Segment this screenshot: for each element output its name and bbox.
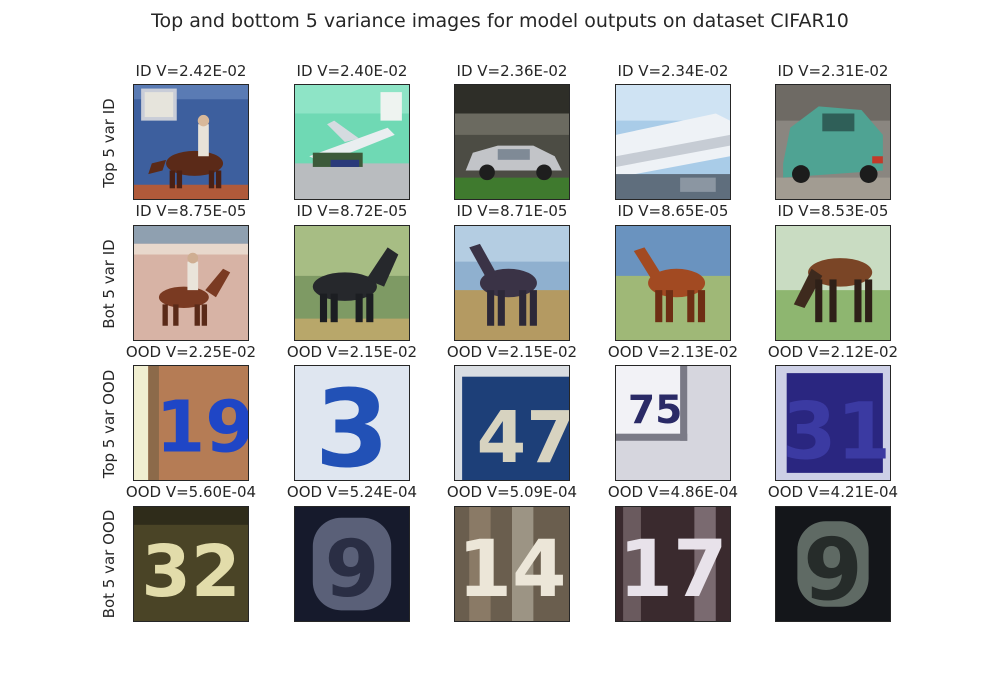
cell-title: OOD V=5.24E-04 [286,483,418,501]
figure-title: Top and bottom 5 variance images for mod… [151,10,849,32]
svg-text:75: 75 [628,388,683,433]
horse-image [454,225,570,341]
svg-text:31: 31 [782,387,890,478]
cell-title: ID V=8.75E-05 [135,202,247,220]
cell-title: OOD V=2.15E-02 [446,343,578,361]
cell-title: ID V=2.31E-02 [777,62,889,80]
cell-title: ID V=2.40E-02 [296,62,408,80]
cell-title: ID V=2.42E-02 [135,62,247,80]
horse-image [775,225,891,341]
svg-text:9: 9 [803,522,863,621]
cell-title: OOD V=2.13E-02 [607,343,739,361]
digit-image: 17 [615,506,731,622]
row-label-top-id: Top 5 var ID [100,98,118,188]
cell-title: ID V=2.36E-02 [456,62,568,80]
row-label-bot-ood: Bot 5 var OOD [100,509,118,619]
cell-title: OOD V=4.21E-04 [767,483,899,501]
digit-image: 32 [133,506,249,622]
digit-image: 75 [615,365,731,481]
digit-image: 3 [294,365,410,481]
cell-title: OOD V=4.86E-04 [607,483,739,501]
airplane-image [294,84,410,200]
cell-title: ID V=8.71E-05 [456,202,568,220]
svg-text:9: 9 [325,524,380,615]
ship-image [615,84,731,200]
horse-rider-image [133,84,249,200]
row-label-bot-id: Bot 5 var ID [100,239,118,329]
digit-image: 14 [454,506,570,622]
svg-text:47: 47 [477,396,569,479]
svg-text:3: 3 [315,368,389,480]
row-label-top-ood: Top 5 var OOD [100,369,118,479]
svg-text:19: 19 [156,386,248,469]
cell-title: OOD V=2.12E-02 [767,343,899,361]
digit-image: 47 [454,365,570,481]
svg-text:17: 17 [618,524,727,615]
svg-text:32: 32 [141,530,240,613]
cell-title: OOD V=5.60E-04 [125,483,257,501]
cell-title: ID V=8.72E-05 [296,202,408,220]
horse-image [615,225,731,341]
svg-text:14: 14 [457,524,566,615]
cell-title: OOD V=2.25E-02 [125,343,257,361]
digit-image: 19 [133,365,249,481]
horse-rider-image [133,225,249,341]
digit-image: 9 [294,506,410,622]
cell-title: OOD V=2.15E-02 [286,343,418,361]
digit-image: 9 [775,506,891,622]
horse-image [294,225,410,341]
cell-title: ID V=8.53E-05 [777,202,889,220]
cell-title: ID V=2.34E-02 [617,62,729,80]
car-image [775,84,891,200]
cell-title: ID V=8.65E-05 [617,202,729,220]
car-image [454,84,570,200]
cell-title: OOD V=5.09E-04 [446,483,578,501]
digit-image: 31 [775,365,891,481]
